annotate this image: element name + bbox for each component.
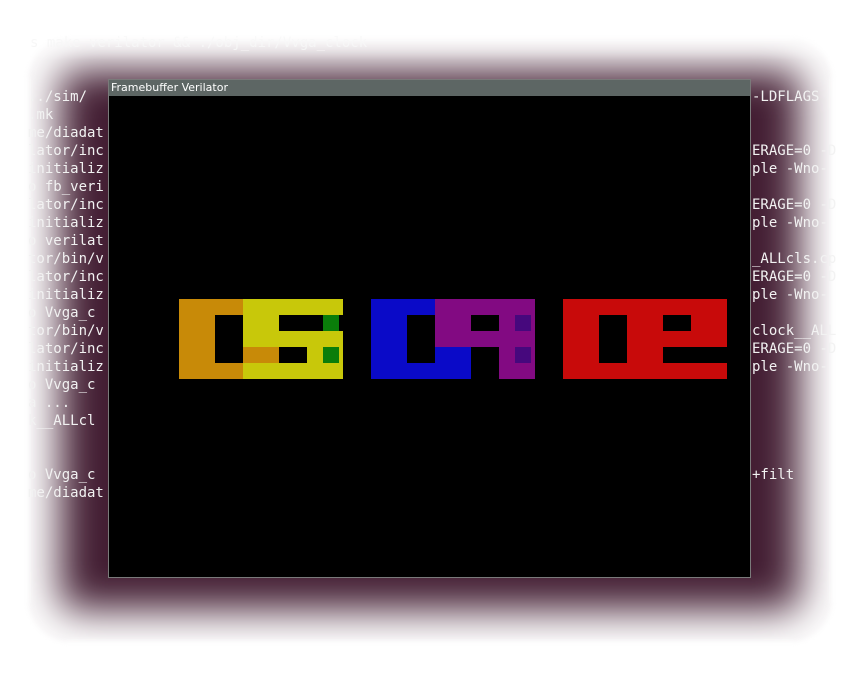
terminal-line: initializ	[28, 215, 104, 231]
digit-block	[307, 299, 343, 315]
terminal-line: initializ	[28, 359, 104, 375]
terminal-line: a ...	[28, 395, 71, 411]
digit-block	[467, 331, 503, 347]
digit-block	[371, 363, 407, 379]
terminal-line: ple -Wno-	[752, 287, 828, 303]
terminal-line: clock__ALL	[752, 323, 837, 339]
clock-colon-dot	[323, 347, 339, 363]
terminal-line: _ALLcls.cp	[752, 251, 837, 267]
digit-block	[371, 315, 407, 331]
window-title: Framebuffer Verilator	[111, 81, 228, 94]
terminal-line: ple -Wno-	[752, 215, 828, 231]
terminal-line: o fb_veri	[28, 179, 104, 195]
digit-block	[179, 299, 215, 315]
digit-block	[691, 363, 727, 379]
framebuffer-canvas	[109, 96, 750, 577]
digit-block	[563, 347, 599, 363]
digit-block	[307, 331, 343, 347]
digit-block	[243, 331, 279, 347]
clock-colon-dot	[515, 315, 531, 331]
digit-block	[659, 299, 695, 315]
terminal-line: lator/inc	[28, 143, 104, 159]
digit-block	[371, 331, 407, 347]
terminal-line: lator/inc	[28, 197, 104, 213]
terminal-line: o verilat	[28, 233, 104, 249]
digit-block	[243, 315, 279, 331]
clock-display	[179, 299, 727, 379]
digit-block	[211, 299, 247, 315]
terminal-line: ERAGE=0 -D	[752, 341, 837, 357]
digit-block	[563, 315, 599, 331]
terminal-line: o Vvga_c	[28, 467, 96, 483]
terminal-prompt-line: s make verilator && ./obj_dir/Vvga_clock	[30, 35, 368, 51]
digit-block	[659, 363, 695, 379]
digit-block	[275, 363, 311, 379]
clock-digit	[627, 299, 727, 379]
digit-block	[179, 347, 215, 363]
digit-block	[211, 363, 247, 379]
digit-block	[627, 363, 663, 379]
digit-block	[499, 363, 535, 379]
digit-block	[691, 299, 727, 315]
digit-block	[435, 347, 471, 363]
terminal-line: ERAGE=0 -D	[752, 269, 837, 285]
terminal-line: .mk	[28, 107, 54, 123]
digit-block	[595, 363, 631, 379]
digit-block	[435, 299, 471, 315]
digit-block	[243, 363, 279, 379]
terminal-line: o Vvga_c	[28, 377, 96, 393]
clock-colon-dot	[515, 347, 531, 363]
terminal-line: initializ	[28, 161, 104, 177]
digit-block	[403, 299, 439, 315]
digit-block	[243, 299, 279, 315]
terminal-line: -LDFLAGS	[752, 89, 820, 105]
terminal-line: k__ALLcl	[28, 413, 96, 429]
digit-block	[435, 363, 471, 379]
digit-block	[595, 299, 631, 315]
digit-block	[307, 363, 343, 379]
digit-block	[179, 363, 215, 379]
digit-block	[499, 299, 535, 315]
digit-block	[243, 347, 279, 363]
terminal-line: ERAGE=0 -D	[752, 197, 837, 213]
clock-colon-dot	[323, 315, 339, 331]
digit-block	[627, 315, 663, 331]
window-title-bar[interactable]: Framebuffer Verilator	[109, 80, 750, 96]
digit-block	[499, 331, 535, 347]
digit-block	[403, 363, 439, 379]
digit-block	[563, 331, 599, 347]
digit-block	[627, 347, 663, 363]
digit-block	[275, 299, 311, 315]
digit-block	[179, 315, 215, 331]
terminal-line: ../sim/	[28, 89, 88, 105]
terminal-line: ERAGE=0 -D	[752, 143, 837, 159]
digit-block	[627, 299, 663, 315]
digit-block	[275, 331, 311, 347]
digit-block	[179, 331, 215, 347]
framebuffer-window[interactable]: Framebuffer Verilator	[108, 79, 751, 578]
terminal-line: tor/bin/v	[28, 323, 104, 339]
terminal-line: o Vvga_c	[28, 305, 96, 321]
terminal-line: me/diadat	[28, 485, 104, 501]
terminal-line: ple -Wno-	[752, 161, 828, 177]
digit-block	[691, 315, 727, 331]
terminal-line: lator/inc	[28, 269, 104, 285]
terminal-line: me/diadat	[28, 125, 104, 141]
digit-block	[563, 363, 599, 379]
terminal-line: initializ	[28, 287, 104, 303]
terminal-line: ple -Wno-	[752, 359, 828, 375]
digit-block	[435, 315, 471, 331]
digit-block	[467, 299, 503, 315]
digit-block	[691, 331, 727, 347]
terminal-line: lator/inc	[28, 341, 104, 357]
terminal-line: tor/bin/v	[28, 251, 104, 267]
digit-block	[659, 331, 695, 347]
digit-block	[627, 331, 663, 347]
digit-block	[563, 299, 599, 315]
terminal-line: +filt	[752, 467, 795, 483]
digit-block	[371, 299, 407, 315]
digit-block	[435, 331, 471, 347]
clock-digit	[243, 299, 343, 379]
digit-block	[371, 347, 407, 363]
